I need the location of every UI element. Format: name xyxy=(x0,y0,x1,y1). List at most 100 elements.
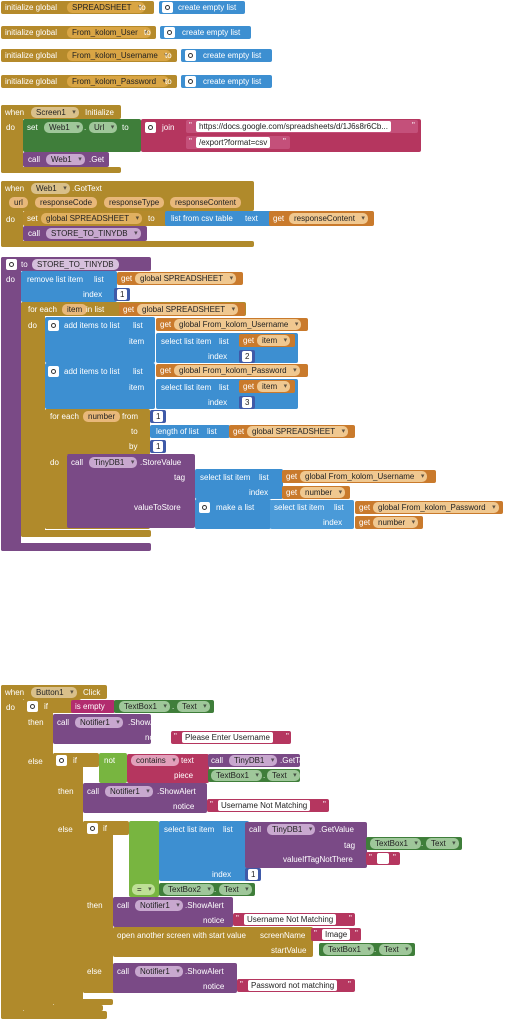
variable-dropdown[interactable]: global SPREADSHEET xyxy=(41,213,143,224)
number-field[interactable]: 1 xyxy=(153,411,164,422)
variable-dropdown[interactable]: global From_kolom_Password xyxy=(174,365,300,376)
variable-dropdown[interactable]: global From_kolom_Password xyxy=(373,502,499,513)
component-dropdown[interactable]: Web1 xyxy=(44,122,83,133)
button1-click-event[interactable]: when Button1 Click do if is empty TextBo… xyxy=(1,685,501,1020)
variable-dropdown[interactable]: global From_kolom_Username xyxy=(174,319,302,330)
variable-dropdown[interactable]: responseContent xyxy=(289,213,368,224)
to-label: to xyxy=(165,77,172,86)
variable-dropdown[interactable]: item xyxy=(257,381,291,392)
screen-name-label: screenName xyxy=(260,931,306,940)
dot: . xyxy=(214,885,217,894)
get-label: get xyxy=(286,488,298,497)
notice-label: notice xyxy=(203,916,225,925)
url-suffix-text-field[interactable]: /export?format=csv xyxy=(196,137,271,148)
component-dropdown[interactable]: TinyDB1 xyxy=(229,755,278,766)
gear-icon[interactable] xyxy=(185,76,196,87)
message-text-field[interactable]: Username Not Matching xyxy=(244,914,337,925)
number-field[interactable]: 3 xyxy=(242,397,253,408)
procedure-dropdown[interactable]: STORE_TO_TINYDB xyxy=(46,228,141,239)
component-dropdown[interactable]: TextBox1 xyxy=(211,770,262,781)
procedure-body-rail xyxy=(1,257,21,551)
gear-icon[interactable] xyxy=(164,27,175,38)
param-url[interactable]: url xyxy=(9,197,28,208)
component-dropdown[interactable]: Web1 xyxy=(31,183,70,194)
variable-dropdown[interactable]: number xyxy=(300,487,346,498)
property-dropdown[interactable]: Url xyxy=(89,122,118,133)
message-text-field[interactable]: Password not matching xyxy=(248,980,338,991)
property-dropdown[interactable]: Text xyxy=(379,944,412,955)
component-dropdown[interactable]: Screen1 xyxy=(31,107,79,118)
list-label: list xyxy=(219,383,229,392)
foreach-label: for each xyxy=(28,305,57,314)
global-name-field[interactable]: From_kolom_Username xyxy=(67,50,171,61)
property-dropdown[interactable]: Text xyxy=(426,838,459,849)
message-text-field[interactable]: Username Not Matching xyxy=(218,800,311,811)
global-name-field[interactable]: From_kolom_User xyxy=(67,27,151,38)
url-text-field[interactable]: https://docs.google.com/spreadsheets/d/1… xyxy=(196,121,391,132)
gear-icon[interactable] xyxy=(87,823,98,834)
gear-icon[interactable] xyxy=(6,259,17,270)
component-dropdown[interactable]: TextBox1 xyxy=(119,701,170,712)
screen-name-text-field[interactable]: Image xyxy=(322,929,351,940)
method-name: .Get xyxy=(89,155,105,164)
component-dropdown[interactable]: TinyDB1 xyxy=(89,457,138,468)
param-responsecode[interactable]: responseCode xyxy=(35,197,98,208)
variable-dropdown[interactable]: number xyxy=(373,517,419,528)
then-label: then xyxy=(28,718,44,727)
component-dropdown[interactable]: Notifier1 xyxy=(135,900,183,911)
list-label: list xyxy=(94,275,104,284)
call-label: call xyxy=(28,155,41,164)
number-field[interactable]: 2 xyxy=(242,351,253,362)
component-dropdown[interactable]: TextBox2 xyxy=(163,884,214,895)
web1-gottext-event[interactable]: when Web1 .GotText url responseCode resp… xyxy=(1,181,381,251)
loop-variable-field[interactable]: number xyxy=(83,411,121,422)
property-dropdown[interactable]: Text xyxy=(267,770,300,781)
index-label: index xyxy=(212,870,232,879)
number-field[interactable]: 1 xyxy=(117,289,128,300)
list-label: list xyxy=(334,503,344,512)
variable-dropdown[interactable]: item xyxy=(257,335,291,346)
empty-text-field[interactable] xyxy=(377,853,389,864)
store-to-tinydb-procedure[interactable]: to STORE_TO_TINYDB do remove list item l… xyxy=(1,257,503,552)
component-dropdown[interactable]: Notifier1 xyxy=(135,966,183,977)
component-dropdown[interactable]: TextBox1 xyxy=(323,944,374,955)
procedure-name-field[interactable]: STORE_TO_TINYDB xyxy=(32,259,119,270)
param-responsecontent[interactable]: responseContent xyxy=(170,197,241,208)
global-name-field[interactable]: SPREADSHEET xyxy=(67,2,145,13)
init-keyword: initialize global xyxy=(5,77,58,86)
quote-close: " xyxy=(286,732,289,741)
gear-icon[interactable] xyxy=(162,2,173,13)
contains-dropdown[interactable]: contains xyxy=(131,755,179,766)
loop-variable-field[interactable]: item xyxy=(62,304,88,315)
variable-dropdown[interactable]: global SPREADSHEET xyxy=(247,426,349,437)
component-dropdown[interactable]: Notifier1 xyxy=(75,717,123,728)
select-label: select list item xyxy=(164,825,215,834)
gear-icon[interactable] xyxy=(27,701,38,712)
variable-dropdown[interactable]: global SPREADSHEET xyxy=(135,273,237,284)
compare-operator-dropdown[interactable]: = xyxy=(132,884,155,895)
number-field[interactable]: 1 xyxy=(248,869,259,880)
dot: . xyxy=(374,945,377,954)
gear-icon[interactable] xyxy=(48,320,59,331)
screen1-initialize-event[interactable]: when Screen1 Initialize do set Web1 . Ur… xyxy=(1,105,421,175)
component-dropdown[interactable]: Web1 xyxy=(46,154,85,165)
gear-icon[interactable] xyxy=(199,502,210,513)
message-text-field[interactable]: Please Enter Username xyxy=(182,732,273,743)
component-dropdown[interactable]: TextBox1 xyxy=(370,838,421,849)
gear-icon[interactable] xyxy=(56,755,67,766)
property-dropdown[interactable]: Text xyxy=(177,701,210,712)
gear-icon[interactable] xyxy=(48,366,59,377)
quote-close: " xyxy=(349,914,352,923)
property-dropdown[interactable]: Text xyxy=(219,884,252,895)
component-dropdown[interactable]: Notifier1 xyxy=(105,786,153,797)
variable-dropdown[interactable]: global SPREADSHEET xyxy=(137,304,239,315)
join-label: join xyxy=(162,123,175,132)
param-responsetype[interactable]: responseType xyxy=(104,197,165,208)
component-dropdown[interactable]: TinyDB1 xyxy=(267,824,316,835)
number-field[interactable]: 1 xyxy=(153,441,164,452)
global-name-field[interactable]: From_kolom_Password xyxy=(67,76,170,87)
gear-icon[interactable] xyxy=(145,122,156,133)
component-dropdown[interactable]: Button1 xyxy=(31,687,77,698)
variable-dropdown[interactable]: global From_kolom_Username xyxy=(300,471,428,482)
gear-icon[interactable] xyxy=(185,50,196,61)
